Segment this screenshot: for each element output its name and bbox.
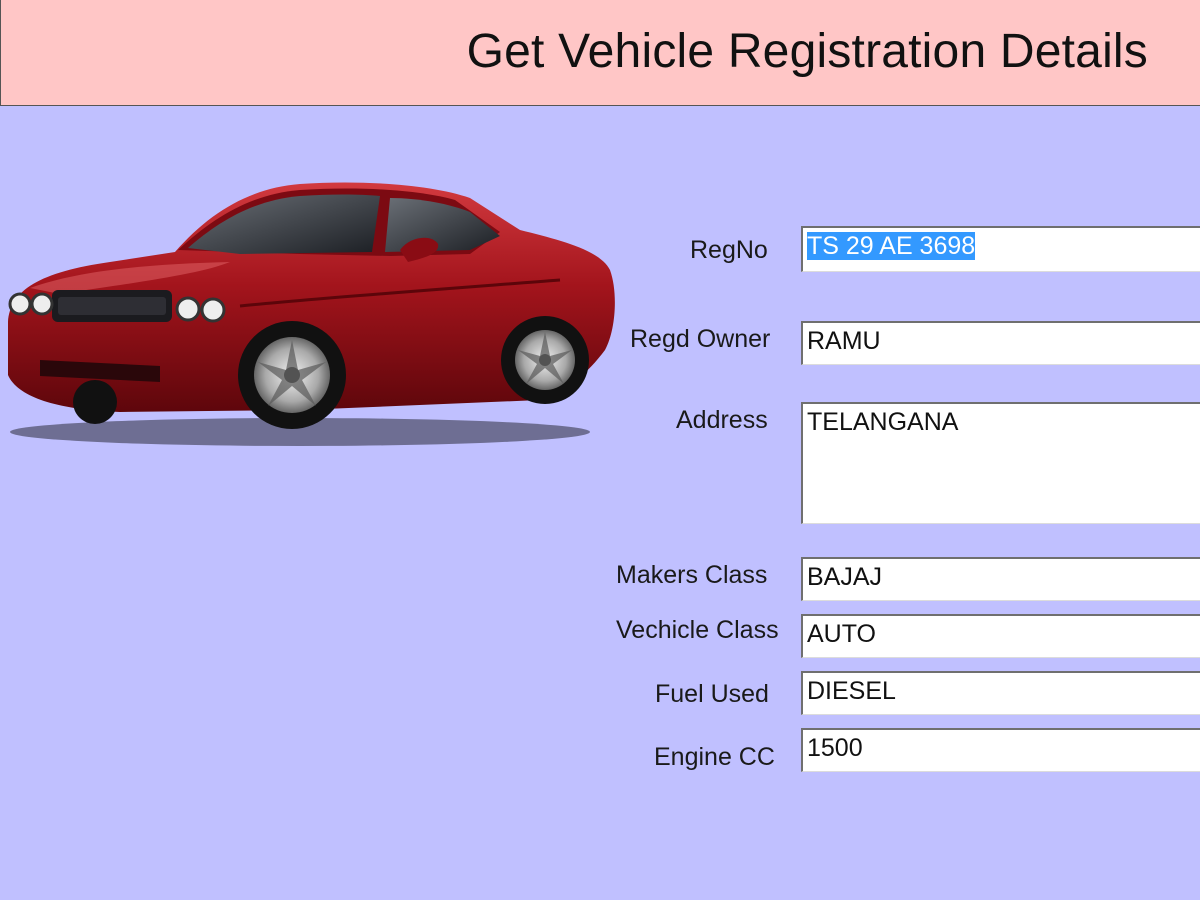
fuel-used-value: DIESEL — [807, 677, 896, 705]
owner-label: Regd Owner — [630, 325, 771, 353]
fuel-used-input[interactable]: DIESEL — [801, 671, 1200, 715]
regno-label: RegNo — [690, 236, 768, 264]
regno-input[interactable]: TS 29 AE 3698 — [801, 226, 1200, 272]
car-image — [8, 182, 615, 446]
engine-cc-value: 1500 — [807, 734, 863, 762]
vehicle-class-input[interactable]: AUTO — [801, 614, 1200, 658]
vehicle-class-value: AUTO — [807, 620, 876, 648]
owner-input[interactable]: RAMU — [801, 321, 1200, 365]
makers-class-input[interactable]: BAJAJ — [801, 557, 1200, 601]
owner-value: RAMU — [807, 327, 881, 355]
engine-cc-input[interactable]: 1500 — [801, 728, 1200, 772]
address-textarea[interactable]: TELANGANA — [801, 402, 1200, 524]
makers-class-value: BAJAJ — [807, 563, 883, 591]
vehicle-class-label: Vechicle Class — [616, 616, 779, 644]
title-bar: Get Vehicle Registration Details — [0, 0, 1200, 106]
regno-value: TS 29 AE 3698 — [807, 232, 976, 260]
page-title: Get Vehicle Registration Details — [466, 25, 1148, 78]
address-label: Address — [676, 406, 768, 434]
engine-cc-label: Engine CC — [654, 743, 775, 771]
fuel-used-label: Fuel Used — [655, 680, 769, 708]
address-value: TELANGANA — [807, 408, 959, 436]
makers-class-label: Makers Class — [616, 561, 768, 589]
